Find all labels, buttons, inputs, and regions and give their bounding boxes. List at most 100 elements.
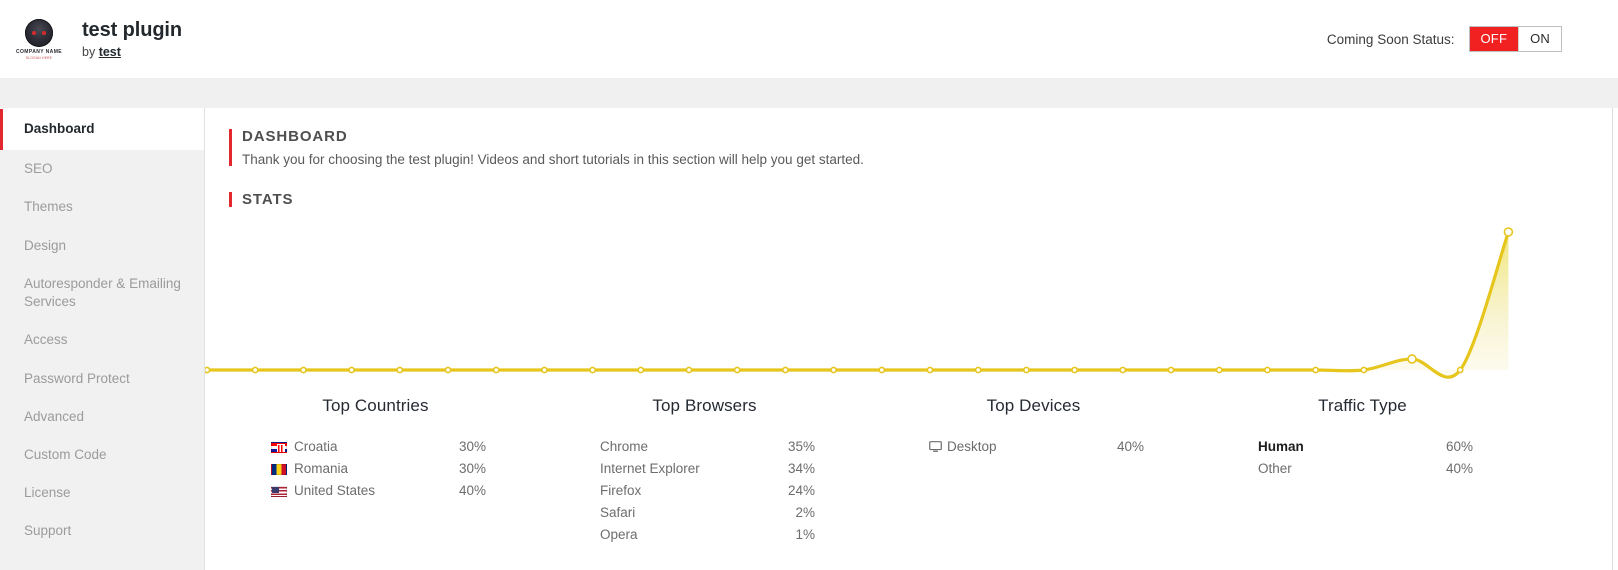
sidebar-item-label: Advanced [24, 408, 85, 424]
page-header: COMPANY NAME SLOGAN HERE test plugin by … [0, 0, 1618, 78]
chart-data-point[interactable] [205, 366, 211, 374]
stats-panel-title: Traffic Type [1318, 396, 1407, 415]
sidebar-item-access[interactable]: Access [0, 321, 204, 359]
chart-data-point[interactable] [782, 366, 789, 374]
stats-row-label: Chrome [600, 439, 649, 454]
stats-row: Chrome 35% [600, 436, 815, 458]
stats-row-label-wrap: Internet Explorer [600, 458, 788, 480]
sidebar-item-seo[interactable]: SEO [0, 150, 204, 188]
brand-text: test plugin by test [82, 19, 182, 59]
flag-romania-icon [271, 463, 287, 475]
stats-chart-svg [205, 227, 1514, 379]
dashboard-title: DASHBOARD [242, 128, 348, 145]
chart-data-point[interactable] [1023, 366, 1030, 374]
stats-panel-top-countries: Top Countries Croatia 30% Romania 30% United … [211, 396, 540, 546]
sidebar-item-themes[interactable]: Themes [0, 188, 204, 226]
sidebar-item-label: Design [24, 237, 67, 253]
chart-data-point[interactable] [1360, 366, 1368, 374]
chart-data-point[interactable] [1071, 366, 1078, 374]
chart-data-point[interactable] [1119, 366, 1127, 374]
sidebar-item-license[interactable]: License [0, 474, 204, 512]
chart-data-point[interactable] [1503, 227, 1514, 237]
chart-data-point[interactable] [1456, 366, 1464, 374]
chart-data-point[interactable] [300, 366, 307, 374]
stats-panel-traffic-type: Traffic Type Human 60% Other 40% [1198, 396, 1527, 546]
stats-row-label: Romania [294, 461, 349, 476]
chart-data-point[interactable] [251, 366, 259, 374]
toggle-option-on[interactable]: ON [1518, 27, 1561, 51]
stats-row: Firefox 24% [600, 480, 815, 502]
flag-united-states-icon [271, 485, 287, 497]
stats-row-value: 40% [1445, 461, 1473, 476]
coming-soon-toggle[interactable]: OFF ON [1468, 26, 1562, 52]
stats-row-label: Desktop [947, 439, 997, 454]
stats-row-value: 60% [1445, 439, 1473, 454]
sidebar-item-label: License [24, 485, 71, 501]
stats-row-value: 40% [458, 483, 486, 498]
chart-area-fill [207, 232, 1509, 378]
sidebar-item-custom-code[interactable]: Custom Code [0, 436, 204, 474]
stats-row-label-wrap: Desktop [929, 436, 1117, 458]
chart-data-point[interactable] [540, 366, 548, 374]
plugin-author-line: by test [82, 45, 182, 59]
by-prefix: by [82, 45, 99, 59]
chart-data-point[interactable] [1215, 366, 1223, 374]
author-link[interactable]: test [99, 45, 121, 59]
stats-row-label: Safari [600, 505, 636, 520]
stats-row-label: Other [1258, 461, 1292, 476]
chart-series-layer [205, 227, 1514, 379]
header-right: Coming Soon Status: OFF ON [1327, 26, 1618, 52]
sidebar-item-label: Password Protect [24, 370, 130, 386]
toggle-option-off[interactable]: OFF [1469, 27, 1519, 51]
chart-data-point[interactable] [1264, 366, 1271, 374]
chart-data-point[interactable] [396, 366, 404, 374]
sidebar-item-label: Access [24, 332, 68, 348]
chart-data-point[interactable] [1167, 366, 1175, 374]
sidebar-item-autoresponder-emailing-services[interactable]: Autoresponder & Emailing Services [0, 265, 204, 321]
sidebar-item-advanced[interactable]: Advanced [0, 398, 204, 436]
sidebar-item-password-protect[interactable]: Password Protect [0, 360, 204, 398]
chart-data-point[interactable] [637, 366, 645, 374]
stats-panel-title: Top Countries [322, 396, 429, 415]
sidebar-item-dashboard[interactable]: Dashboard [0, 108, 204, 151]
flag-croatia-icon [271, 441, 287, 453]
stats-row: Croatia 30% [271, 436, 486, 458]
chart-data-point[interactable] [589, 366, 596, 374]
chart-data-point[interactable] [685, 366, 693, 374]
stats-row: Desktop 40% [929, 436, 1144, 458]
chart-data-point[interactable] [1312, 366, 1319, 374]
monitor-icon [929, 441, 942, 453]
sidebar-item-label: Support [24, 523, 72, 539]
stats-row-label: Human [1258, 439, 1304, 454]
chart-data-point[interactable] [733, 366, 741, 374]
sidebar-item-design[interactable]: Design [0, 227, 204, 265]
chart-data-point[interactable] [926, 366, 934, 374]
stats-row-label-wrap: Romania [271, 458, 459, 480]
sidebar-item-support[interactable]: Support [0, 512, 204, 550]
chart-data-point[interactable] [492, 366, 500, 374]
stats-row: Opera 1% [600, 524, 815, 546]
stats-row-value: 30% [458, 439, 486, 454]
stats-row-value: 40% [1116, 439, 1144, 454]
dashboard-heading-block: DASHBOARD Thank you for choosing the tes… [229, 128, 1612, 167]
chart-data-point[interactable] [444, 366, 452, 374]
chart-data-point[interactable] [974, 366, 982, 374]
chart-data-point[interactable] [830, 366, 837, 374]
plugin-admin-page: COMPANY NAME SLOGAN HERE test plugin by … [0, 0, 1618, 570]
stats-panel-list: Human 60% Other 40% [1210, 436, 1515, 480]
stats-row-value: 34% [787, 461, 815, 476]
chart-data-point[interactable] [1407, 354, 1417, 364]
stats-row-value: 1% [795, 527, 815, 542]
stats-row-value: 2% [795, 505, 815, 520]
brand-block: COMPANY NAME SLOGAN HERE test plugin by … [0, 16, 182, 62]
dashboard-description: Thank you for choosing the test plugin! … [242, 152, 864, 167]
chart-data-point[interactable] [348, 366, 355, 374]
stats-row: Romania 30% [271, 458, 486, 480]
stats-row-label-wrap: Chrome [600, 436, 788, 458]
stats-row-label-wrap: Human [1258, 436, 1446, 458]
stats-row: Other 40% [1258, 458, 1473, 480]
stats-row: Safari 2% [600, 502, 815, 524]
stats-panels: Top Countries Croatia 30% Romania 30% United … [205, 396, 1612, 546]
stats-row-label-wrap: Other [1258, 458, 1446, 480]
chart-data-point[interactable] [878, 366, 886, 374]
